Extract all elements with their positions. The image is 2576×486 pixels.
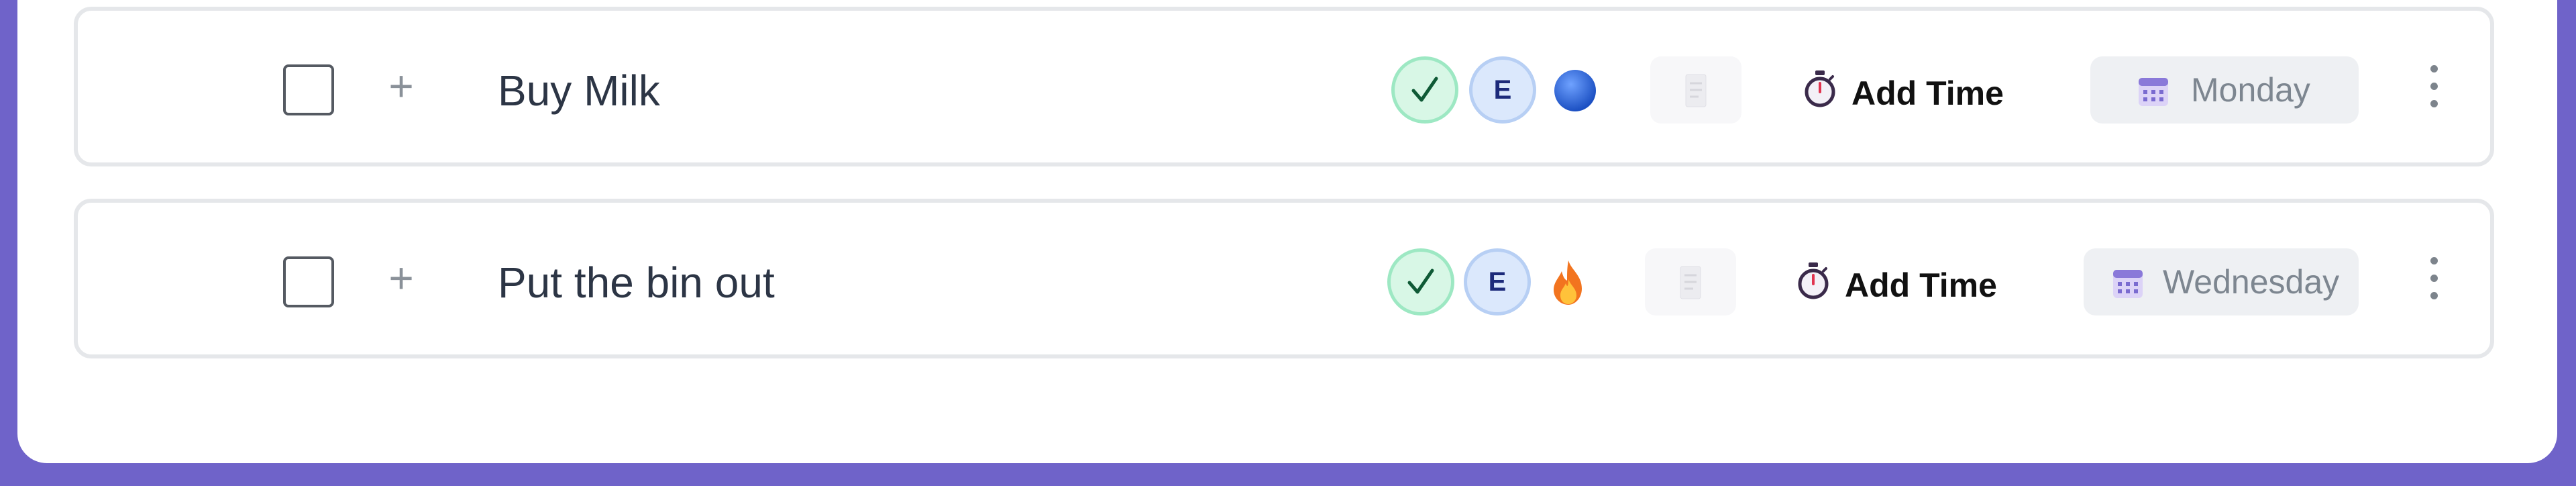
- add-time-label[interactable]: Add Time: [1845, 266, 1997, 305]
- note-document-icon[interactable]: [1645, 248, 1736, 315]
- task-row: + Buy Milk E Add Time Monday: [74, 7, 2494, 166]
- note-document-icon[interactable]: [1650, 56, 1741, 124]
- assignee-avatar[interactable]: E: [1464, 248, 1531, 315]
- task-title[interactable]: Put the bin out: [498, 258, 775, 307]
- add-time-label[interactable]: Add Time: [1851, 74, 2004, 113]
- due-day-label: Wednesday: [2163, 263, 2340, 301]
- stopwatch-icon[interactable]: [1796, 262, 1830, 301]
- assignee-avatar[interactable]: E: [1469, 56, 1536, 124]
- task-checkbox[interactable]: [283, 256, 334, 307]
- task-row: + Put the bin out E Add Time Wednesday: [74, 199, 2494, 358]
- due-day-button[interactable]: Monday: [2090, 56, 2359, 124]
- task-checkbox[interactable]: [283, 64, 334, 115]
- blue-circle-icon[interactable]: [1554, 67, 1597, 114]
- fire-icon[interactable]: [1547, 259, 1590, 306]
- kebab-menu-icon[interactable]: [2420, 60, 2447, 121]
- kebab-menu-icon[interactable]: [2420, 252, 2447, 313]
- calendar-icon: [2137, 75, 2169, 107]
- task-list-panel: + Buy Milk E Add Time Monday + Put the b…: [17, 0, 2557, 463]
- due-day-button[interactable]: Wednesday: [2084, 248, 2359, 315]
- complete-checkmark-icon[interactable]: [1387, 248, 1454, 315]
- stopwatch-icon[interactable]: [1803, 70, 1837, 109]
- complete-checkmark-icon[interactable]: [1391, 56, 1458, 124]
- add-subtask-plus-icon[interactable]: +: [381, 256, 421, 299]
- calendar-icon: [2112, 267, 2144, 299]
- task-title[interactable]: Buy Milk: [498, 66, 660, 115]
- due-day-label: Monday: [2191, 71, 2310, 109]
- add-subtask-plus-icon[interactable]: +: [381, 64, 421, 107]
